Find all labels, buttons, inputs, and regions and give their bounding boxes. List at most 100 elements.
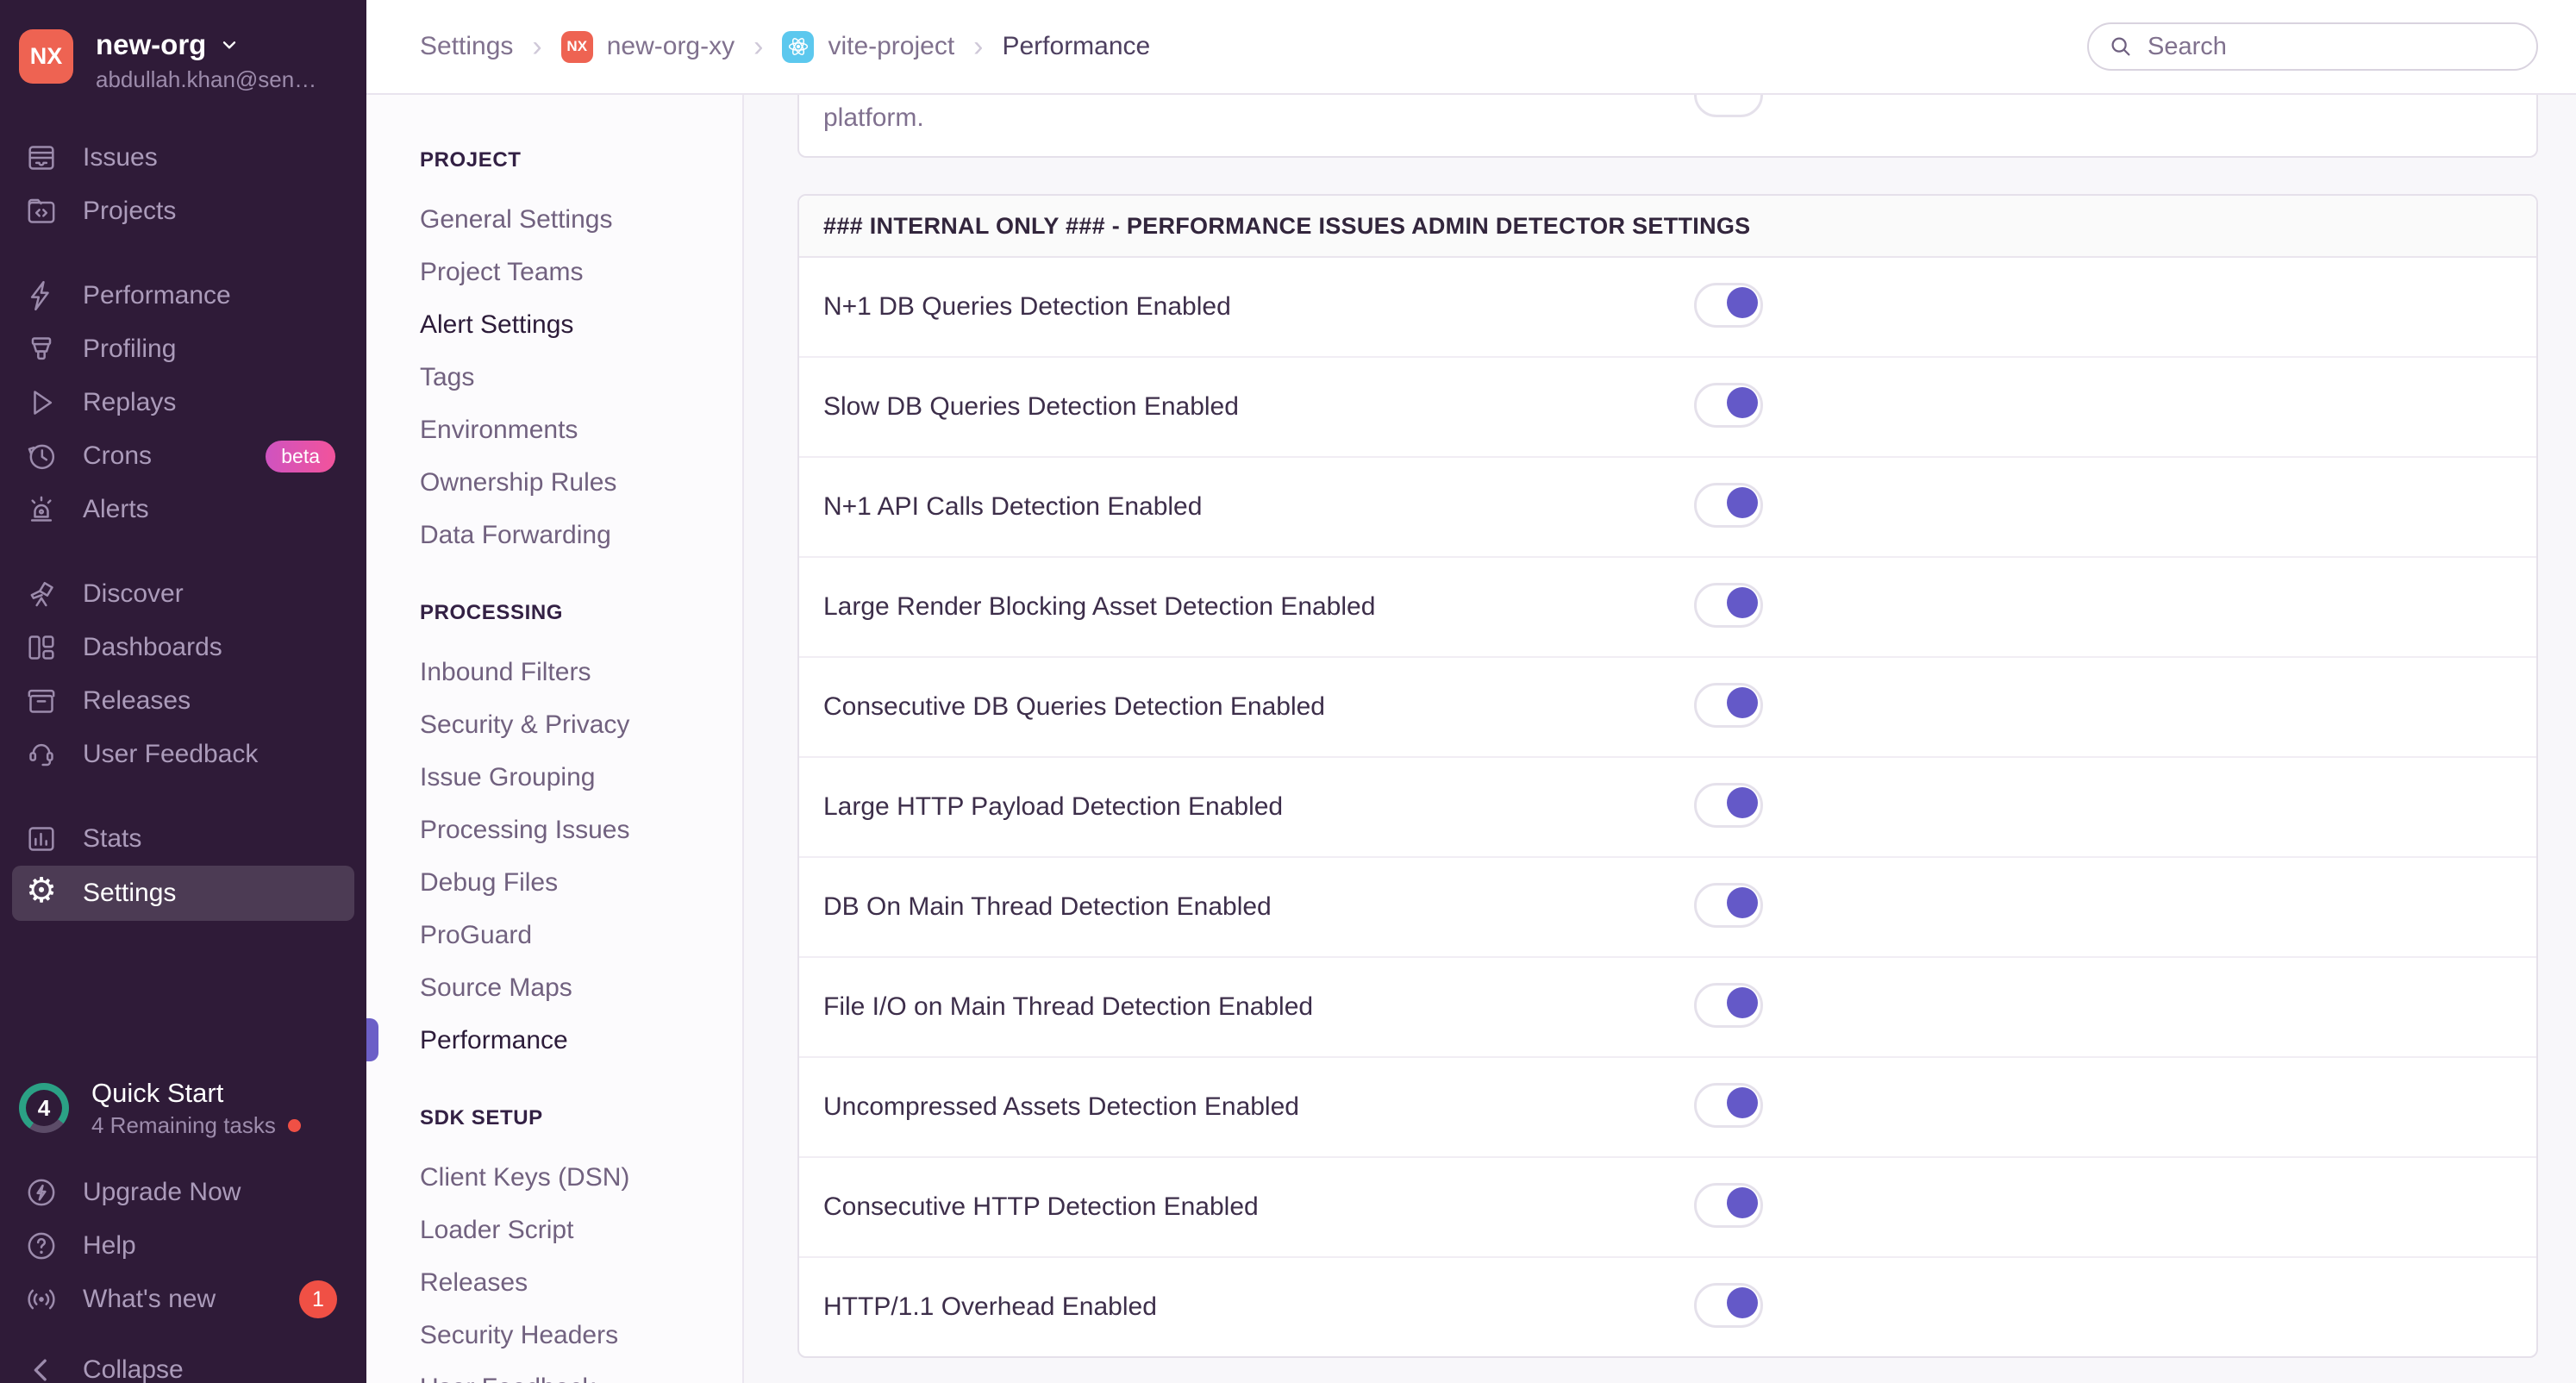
- whats-new-icon: [24, 1282, 59, 1317]
- sidebar-item-user-feedback[interactable]: User Feedback: [0, 728, 366, 781]
- settings-nav-item-processing-issues[interactable]: Processing Issues: [366, 804, 742, 856]
- breadcrumb-vite-project[interactable]: vite-project: [782, 30, 955, 63]
- sidebar-item-label: Collapse: [83, 1355, 184, 1383]
- toggle[interactable]: [1693, 582, 1763, 628]
- top-header: Settings › NX new-org-xy › vite-project › Perfo…: [366, 0, 2576, 95]
- sidebar-item-alerts[interactable]: Alerts: [0, 483, 366, 536]
- settings-icon: ⚙: [26, 872, 57, 911]
- org-avatar: NX: [19, 29, 73, 84]
- settings-nav-item-alert-settings[interactable]: Alert Settings: [366, 298, 742, 351]
- settings-nav-item-project-teams[interactable]: Project Teams: [366, 246, 742, 298]
- sidebar-item-profiling[interactable]: Profiling: [0, 322, 366, 376]
- org-switcher[interactable]: NX new-org abdullah.khan@sen…: [0, 0, 366, 93]
- settings-nav-item-loader-script[interactable]: Loader Script: [366, 1204, 742, 1256]
- sidebar-item-label: Upgrade Now: [83, 1178, 241, 1206]
- toggle[interactable]: [1693, 682, 1763, 728]
- discover-icon: [24, 577, 59, 611]
- detector-row: N+1 API Calls Detection Enabled: [799, 458, 2536, 558]
- help-icon: [24, 1229, 59, 1263]
- settings-nav-item-performance[interactable]: Performance: [366, 1014, 742, 1067]
- sidebar-item-label: User Feedback: [83, 740, 259, 769]
- detector-card-title: ### INTERNAL ONLY ### - PERFORMANCE ISSU…: [823, 212, 1751, 239]
- notification-dot: [287, 1118, 301, 1132]
- sidebar-item-dashboards[interactable]: Dashboards: [0, 621, 366, 674]
- settings-nav-item-general-settings[interactable]: General Settings: [366, 193, 742, 246]
- settings-nav-item-ownership-rules[interactable]: Ownership Rules: [366, 456, 742, 509]
- breadcrumb: Settings › NX new-org-xy › vite-project › Perfo…: [420, 30, 1151, 63]
- breadcrumb-separator: ›: [532, 30, 542, 63]
- settings-nav-item-releases[interactable]: Releases: [366, 1256, 742, 1309]
- breadcrumb-separator: ›: [753, 30, 764, 63]
- sidebar-item-settings[interactable]: ⚙ Settings: [12, 866, 354, 922]
- sidebar-item-what-s-new[interactable]: What's new 1: [0, 1273, 366, 1326]
- sidebar-item-crons[interactable]: Crons beta: [0, 429, 366, 483]
- react-icon: [782, 30, 815, 63]
- sidebar-item-releases[interactable]: Releases: [0, 674, 366, 728]
- search-box[interactable]: [2087, 22, 2538, 71]
- toggle[interactable]: [1693, 1082, 1763, 1128]
- dashboards-icon: [24, 630, 59, 665]
- settings-nav-item-tags[interactable]: Tags: [366, 351, 742, 404]
- sentry-settings-page: NX new-org abdullah.khan@sen… Issues Proj…: [0, 0, 2576, 1383]
- quick-start-count: 4: [37, 1094, 51, 1121]
- quick-start-panel[interactable]: 4 Quick Start 4 Remaining tasks: [0, 1078, 366, 1138]
- sidebar-item-discover[interactable]: Discover: [0, 567, 366, 621]
- replays-icon: [24, 385, 59, 420]
- primary-nav: Issues Projects Performance Profiling Replay…: [0, 131, 366, 922]
- search-icon: [2111, 37, 2130, 56]
- settings-nav-item-source-maps[interactable]: Source Maps: [366, 961, 742, 1014]
- detector-card-header: ### INTERNAL ONLY ### - PERFORMANCE ISSU…: [799, 196, 2536, 258]
- detector-row-label: Consecutive DB Queries Detection Enabled: [823, 692, 1325, 721]
- sidebar-footer: Upgrade Now Help What's new 1 Collapse: [0, 1166, 366, 1383]
- detector-row: Large Render Blocking Asset Detection En…: [799, 558, 2536, 658]
- sidebar-item-label: Stats: [83, 824, 142, 854]
- detector-row: DB On Main Thread Detection Enabled: [799, 858, 2536, 958]
- settings-nav-item-security-privacy[interactable]: Security & Privacy: [366, 698, 742, 751]
- settings-nav-item-client-keys-dsn[interactable]: Client Keys (DSN): [366, 1151, 742, 1204]
- clipped-card-text: platform.: [823, 103, 924, 132]
- sidebar-item-label: Crons: [83, 441, 153, 471]
- settings-nav-item-proguard[interactable]: ProGuard: [366, 909, 742, 961]
- releases-icon: [24, 684, 59, 718]
- toggle[interactable]: [1693, 882, 1763, 928]
- breadcrumb-new-org-xy[interactable]: NX new-org-xy: [560, 30, 735, 63]
- sidebar-item-replays[interactable]: Replays: [0, 376, 366, 429]
- breadcrumb-label: Performance: [1002, 32, 1151, 60]
- toggle[interactable]: [1693, 95, 1763, 117]
- settings-nav-item-user-feedback[interactable]: User Feedback: [366, 1361, 742, 1383]
- sidebar-item-collapse[interactable]: Collapse: [0, 1343, 366, 1383]
- sidebar-item-projects[interactable]: Projects: [0, 185, 366, 238]
- breadcrumb-separator: ›: [973, 30, 984, 63]
- detector-row-label: HTTP/1.1 Overhead Enabled: [823, 1292, 1157, 1321]
- sidebar-item-issues[interactable]: Issues: [0, 131, 366, 185]
- sidebar-item-label: Projects: [83, 197, 177, 226]
- sidebar-item-help[interactable]: Help: [0, 1219, 366, 1273]
- toggle[interactable]: [1693, 982, 1763, 1028]
- sidebar-item-label: Performance: [83, 281, 231, 310]
- settings-nav-item-security-headers[interactable]: Security Headers: [366, 1309, 742, 1361]
- settings-nav-item-debug-files[interactable]: Debug Files: [366, 856, 742, 909]
- toggle[interactable]: [1693, 1282, 1763, 1328]
- toggle[interactable]: [1693, 382, 1763, 428]
- breadcrumb-label: vite-project: [828, 32, 955, 60]
- toggle[interactable]: [1693, 1182, 1763, 1228]
- sidebar-item-stats[interactable]: Stats: [0, 812, 366, 866]
- detector-row: HTTP/1.1 Overhead Enabled: [799, 1258, 2536, 1356]
- toggle[interactable]: [1693, 482, 1763, 528]
- settings-nav-item-issue-grouping[interactable]: Issue Grouping: [366, 751, 742, 804]
- sidebar-item-performance[interactable]: Performance: [0, 269, 366, 322]
- sidebar-item-label: Settings: [83, 879, 177, 908]
- toggle[interactable]: [1693, 782, 1763, 828]
- sidebar-item-upgrade-now[interactable]: Upgrade Now: [0, 1166, 366, 1219]
- sidebar-item-label: Profiling: [83, 335, 177, 364]
- settings-nav-item-inbound-filters[interactable]: Inbound Filters: [366, 646, 742, 698]
- settings-nav-item-environments[interactable]: Environments: [366, 404, 742, 456]
- settings-nav-item-data-forwarding[interactable]: Data Forwarding: [366, 509, 742, 561]
- breadcrumb-settings[interactable]: Settings: [420, 32, 513, 61]
- detector-row-label: N+1 API Calls Detection Enabled: [823, 492, 1203, 521]
- detector-row-label: Slow DB Queries Detection Enabled: [823, 392, 1239, 421]
- sidebar-item-label: What's new: [83, 1285, 216, 1313]
- toggle[interactable]: [1693, 282, 1763, 328]
- primary-sidebar: NX new-org abdullah.khan@sen… Issues Proj…: [0, 0, 366, 1383]
- search-input[interactable]: [2146, 31, 2517, 62]
